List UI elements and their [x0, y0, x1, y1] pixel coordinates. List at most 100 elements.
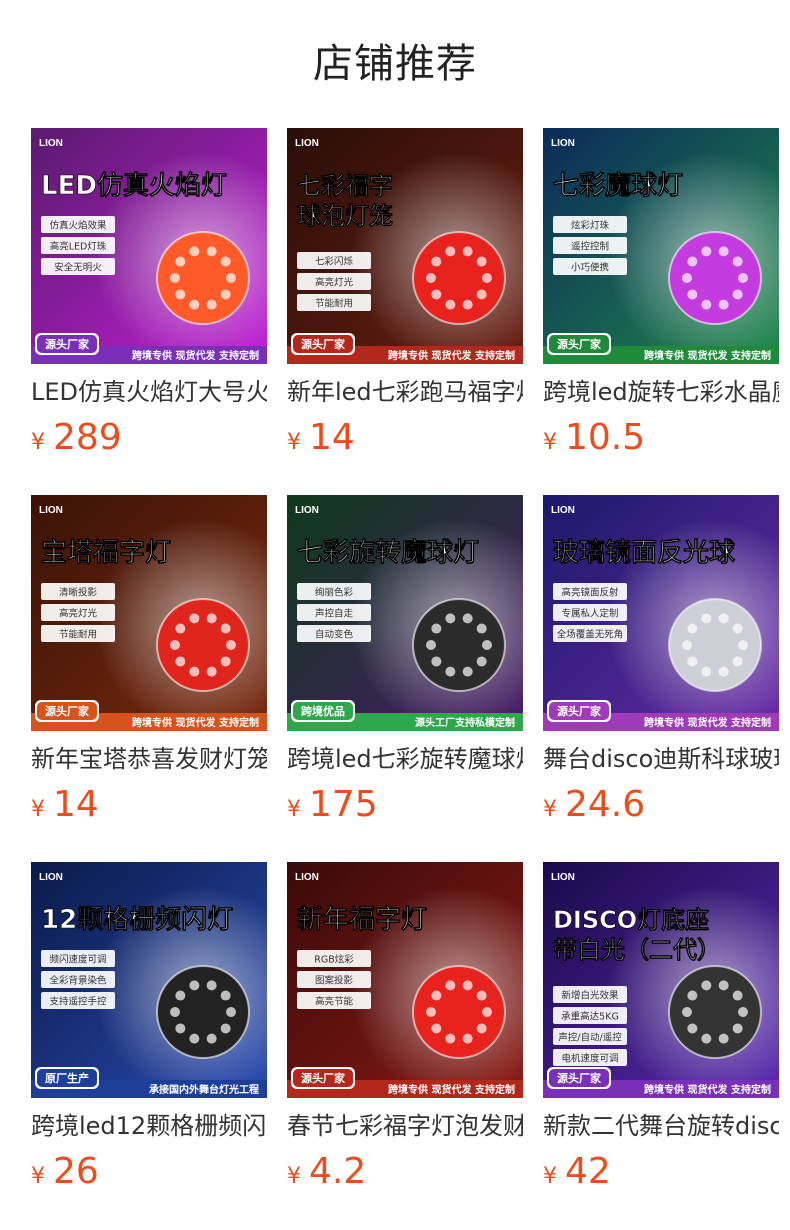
- product-image[interactable]: LION 玻璃镜面反光球 高亮镜面反射 专属私人定制 全场覆盖无死角 跨境专供 现货代发 …: [543, 495, 779, 731]
- footer-text: 承接国内外舞台灯光工程: [149, 1083, 259, 1096]
- currency-symbol: ¥: [543, 430, 557, 455]
- feature-tag: 清晰投影: [59, 587, 98, 599]
- badge-text: 源头厂家: [557, 1071, 602, 1085]
- feature-tag: 支持遥控手控: [49, 996, 107, 1008]
- svg-text:LION: LION: [551, 505, 575, 516]
- price-value: 14: [309, 417, 355, 458]
- feature-tag: 声控自走: [315, 608, 354, 620]
- price-value: 175: [309, 784, 378, 825]
- product-image[interactable]: LION 宝塔福字灯清晰投影高亮灯光节能耐用跨境专供 现货代发 支持定制 源头厂家: [31, 495, 267, 731]
- product-card[interactable]: LION 玻璃镜面反光球 高亮镜面反射 专属私人定制 全场覆盖无死角 跨境专供 现货代发 …: [543, 495, 779, 835]
- feature-tag: 节能耐用: [315, 298, 353, 310]
- image-banner-text: DISCO灯底座: [553, 906, 709, 934]
- feature-tag: 节能耐用: [59, 629, 97, 641]
- product-illustration: [668, 598, 762, 692]
- feature-tag: 承重高达5KG: [561, 1011, 619, 1023]
- product-price: ¥26: [31, 1148, 99, 1196]
- feature-tag: 高亮灯光: [315, 277, 354, 289]
- feature-tag: 声控/自动/遥控: [558, 1032, 622, 1044]
- feature-tag: 七彩闪烁: [315, 256, 354, 268]
- image-banner-text: 带白光（二代）: [553, 936, 721, 964]
- product-price: ¥10.5: [543, 414, 645, 462]
- product-illustration: [156, 965, 250, 1059]
- product-price: ¥14: [287, 414, 355, 462]
- product-card[interactable]: LION 新年福字灯 RGB炫彩 图案投影 高亮节能 跨境专供 现货代发 支持定制 源头厂家…: [287, 862, 523, 1202]
- product-card[interactable]: LION 宝塔福字灯清晰投影高亮灯光节能耐用跨境专供 现货代发 支持定制 源头厂家新…: [31, 495, 267, 835]
- feature-tag: 高亮镜面反射: [561, 587, 619, 599]
- currency-symbol: ¥: [31, 797, 45, 822]
- footer-text: 跨境专供 现货代发 支持定制: [644, 716, 771, 729]
- product-card[interactable]: LION LED仿真火焰灯 仿真火焰效果 高亮LED灯珠 安全无明火 跨境专供 现货代发 …: [31, 128, 267, 468]
- feature-tag: 高亮节能: [315, 996, 354, 1008]
- feature-tag: 图案投影: [315, 975, 354, 987]
- product-price: ¥42: [543, 1148, 611, 1196]
- product-illustration: [156, 598, 250, 692]
- product-name[interactable]: 跨境led七彩旋转魔球灯舞台灯: [287, 741, 523, 777]
- badge-text: 源头厂家: [45, 704, 90, 718]
- product-name[interactable]: 跨境led旋转七彩水晶魔球灯: [543, 374, 779, 410]
- product-name[interactable]: 舞台disco迪斯科球玻璃镜面反光球: [543, 741, 779, 777]
- price-value: 10.5: [565, 417, 646, 458]
- product-image[interactable]: LION 七彩福字 球泡灯笼 七彩闪烁 高亮灯光 节能耐用 跨境专供 现货代发 支持定制 源头…: [287, 128, 523, 364]
- product-price: ¥289: [31, 414, 122, 462]
- product-image[interactable]: LION 新年福字灯 RGB炫彩 图案投影 高亮节能 跨境专供 现货代发 支持定制 源头厂家: [287, 862, 523, 1098]
- feature-tag: 炫彩灯珠: [571, 220, 610, 232]
- svg-text:LION: LION: [39, 872, 63, 883]
- image-banner-text: 宝塔福字灯: [41, 537, 171, 568]
- product-image[interactable]: LION 七彩魔球灯 炫彩灯珠 遥控控制 小巧便携 跨境专供 现货代发 支持定制 源头厂家: [543, 128, 779, 364]
- badge-text: 源头厂家: [45, 337, 90, 351]
- svg-text:LION: LION: [295, 505, 319, 516]
- product-image[interactable]: LION 12颗格栅频闪灯 频闪速度可调 全彩背景染色 支持遥控手控 承接国内外舞台灯光工…: [31, 862, 267, 1098]
- image-banner-text: 新年福字灯: [297, 904, 427, 935]
- feature-tag: 全彩背景染色: [49, 975, 107, 987]
- feature-tag: 遥控控制: [571, 241, 609, 253]
- currency-symbol: ¥: [287, 797, 301, 822]
- feature-tag: 高亮LED灯珠: [50, 241, 107, 253]
- badge-text: 跨境优品: [301, 704, 345, 718]
- image-banner-text: 七彩旋转魔球灯: [297, 538, 479, 568]
- currency-symbol: ¥: [543, 797, 557, 822]
- product-name[interactable]: 跨境led12颗格栅频闪灯舞台灯: [31, 1108, 267, 1144]
- image-banner-text: 七彩魔球灯: [553, 171, 683, 201]
- feature-tag: 电机速度可调: [561, 1053, 618, 1065]
- currency-symbol: ¥: [287, 1164, 301, 1189]
- feature-tag: 自动变色: [315, 629, 354, 641]
- feature-tag: 高亮灯光: [59, 608, 98, 620]
- product-card[interactable]: LION 七彩旋转魔球灯 绚丽色彩 声控自走 自动变色 源头工厂支持私模定制 跨境优品 跨境l…: [287, 495, 523, 835]
- product-price: ¥14: [31, 781, 99, 829]
- product-name[interactable]: 新年led七彩跑马福字灯笼: [287, 374, 523, 410]
- product-illustration: [156, 231, 250, 325]
- feature-tag: 新增白光效果: [561, 990, 619, 1002]
- product-image[interactable]: LION DISCO灯底座 带白光（二代） 新增白光效果 承重高达5KG 声控/自动/遥控…: [543, 862, 779, 1098]
- product-illustration: [412, 231, 506, 325]
- currency-symbol: ¥: [287, 430, 301, 455]
- feature-tag: 安全无明火: [54, 262, 102, 274]
- product-card[interactable]: LION DISCO灯底座 带白光（二代） 新增白光效果 承重高达5KG 声控/自动/遥控…: [543, 862, 779, 1202]
- svg-text:LION: LION: [551, 138, 575, 149]
- product-name[interactable]: LED仿真火焰灯大号火焰灯: [31, 374, 267, 410]
- svg-text:LION: LION: [295, 872, 319, 883]
- product-card[interactable]: LION 七彩魔球灯 炫彩灯珠 遥控控制 小巧便携 跨境专供 现货代发 支持定制 源头厂家跨…: [543, 128, 779, 468]
- product-illustration: [412, 598, 506, 692]
- product-name[interactable]: 新款二代舞台旋转disco灯底座: [543, 1108, 779, 1144]
- shop-recommend-page: 店铺推荐 LION LED仿真火焰灯 仿真火焰效果 高亮LED灯珠 安全无明火 跨境专供 …: [0, 0, 790, 1230]
- image-banner-text: 七彩福字: [297, 172, 393, 200]
- footer-text: 跨境专供 现货代发 支持定制: [132, 716, 259, 729]
- svg-text:LION: LION: [39, 138, 63, 149]
- product-illustration: [412, 965, 506, 1059]
- product-card[interactable]: LION 七彩福字 球泡灯笼 七彩闪烁 高亮灯光 节能耐用 跨境专供 现货代发 支持定制 源头…: [287, 128, 523, 468]
- footer-text: 跨境专供 现货代发 支持定制: [644, 349, 771, 362]
- image-banner-text: LED仿真火焰灯: [41, 170, 227, 201]
- price-value: 24.6: [565, 784, 646, 825]
- product-name[interactable]: 春节七彩福字灯泡发财灯: [287, 1108, 523, 1144]
- product-image[interactable]: LION LED仿真火焰灯 仿真火焰效果 高亮LED灯珠 安全无明火 跨境专供 现货代发 …: [31, 128, 267, 364]
- badge-text: 源头厂家: [301, 1071, 346, 1085]
- feature-tag: 仿真火焰效果: [49, 220, 107, 232]
- product-card[interactable]: LION 12颗格栅频闪灯 频闪速度可调 全彩背景染色 支持遥控手控 承接国内外舞台灯光工…: [31, 862, 267, 1202]
- badge-text: 源头厂家: [557, 337, 602, 351]
- svg-text:LION: LION: [39, 505, 63, 516]
- product-image[interactable]: LION 七彩旋转魔球灯 绚丽色彩 声控自走 自动变色 源头工厂支持私模定制 跨境优品: [287, 495, 523, 731]
- footer-text: 跨境专供 现货代发 支持定制: [388, 1083, 515, 1096]
- product-name[interactable]: 新年宝塔恭喜发财灯笼福字灯: [31, 741, 267, 777]
- svg-text:LION: LION: [295, 138, 319, 149]
